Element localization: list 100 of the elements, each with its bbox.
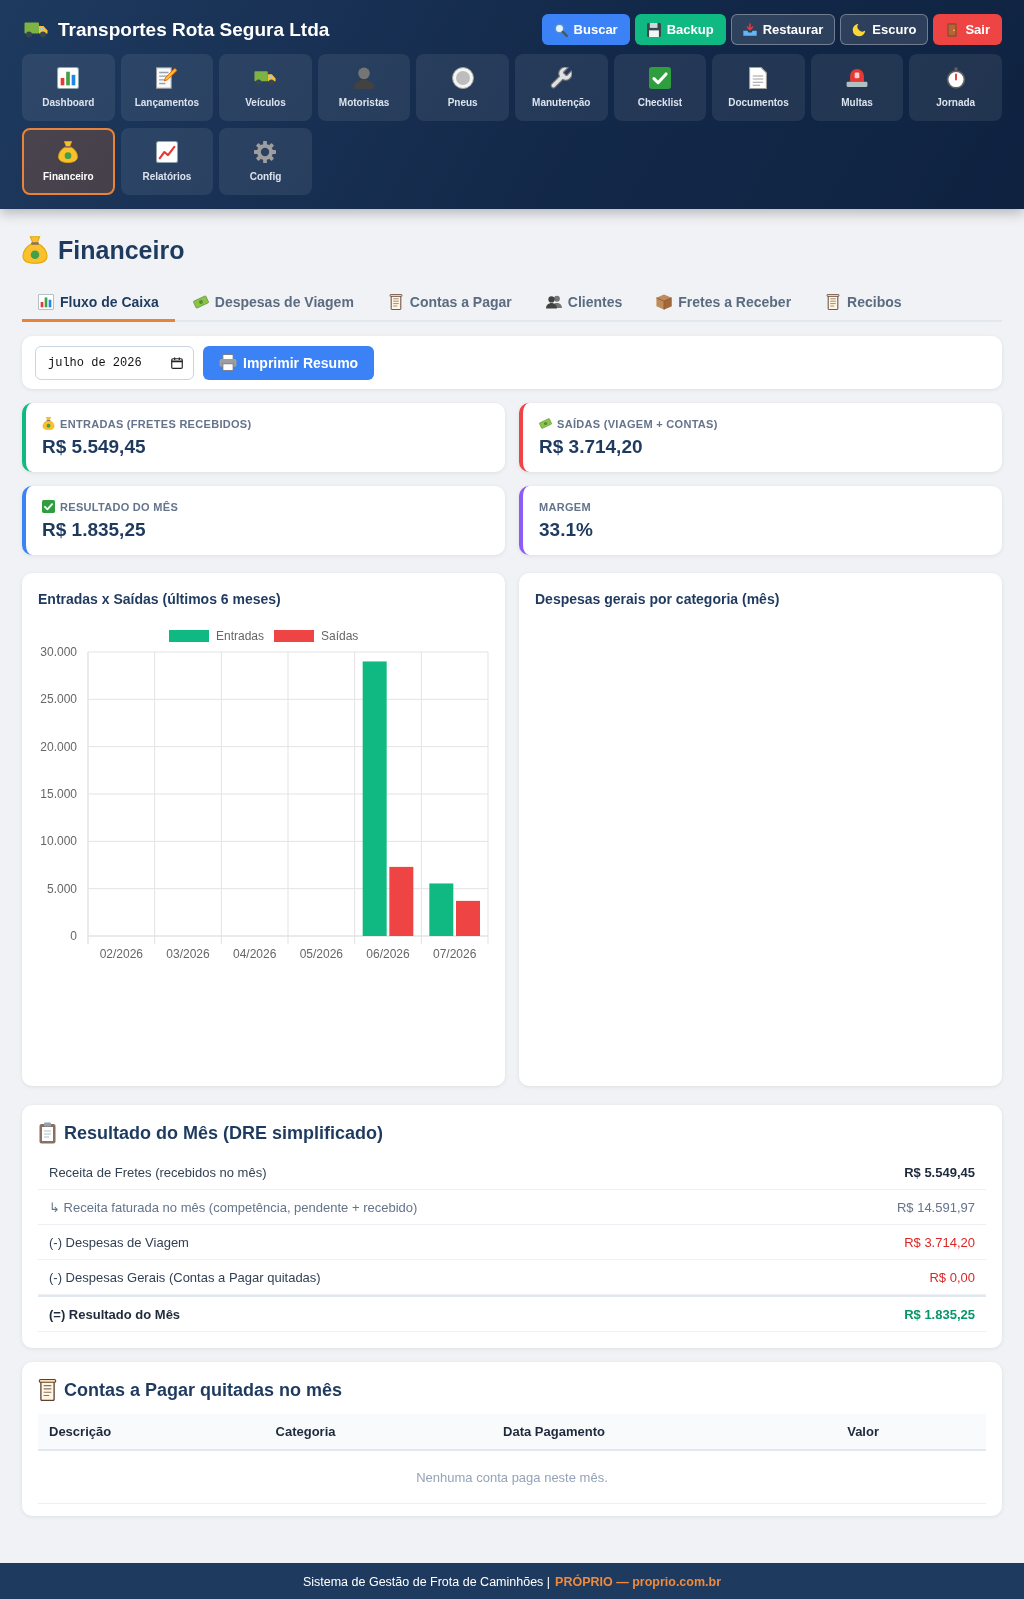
- nav-tile[interactable]: Config: [219, 128, 312, 195]
- chart-title: Entradas x Saídas (últimos 6 meses): [38, 591, 282, 608]
- tab[interactable]: Clientes: [529, 284, 639, 322]
- stopwatch-icon: [944, 67, 967, 89]
- footer-text: Sistema de Gestão de Frota de Caminhões |: [302, 1574, 551, 1589]
- nav-tile[interactable]: Multas: [810, 54, 904, 121]
- box-icon: [656, 294, 673, 310]
- page-title: Financeiro: [58, 235, 185, 265]
- dre-label: (-) Despesas de Viagem: [49, 1234, 189, 1250]
- chart-bar: [456, 900, 480, 936]
- check-icon: [42, 500, 55, 513]
- printer-icon: [219, 354, 237, 371]
- empty-message: Nenhuma conta paga neste mês.: [38, 1450, 986, 1504]
- y-axis-label: 0: [70, 929, 77, 943]
- people-icon: [545, 294, 562, 310]
- search-button[interactable]: Buscar: [541, 14, 630, 45]
- clipboard-icon: [38, 1122, 57, 1144]
- dre-label: ↳ Receita faturada no mês (competência, pendente + recebido): [49, 1199, 418, 1215]
- document-icon: [747, 67, 770, 89]
- dre-value: R$ 1.835,25: [904, 1306, 975, 1322]
- dre-value: R$ 14.591,97: [896, 1199, 975, 1215]
- dark-mode-button[interactable]: Escuro: [840, 14, 929, 45]
- y-axis-label: 5.000: [46, 881, 77, 896]
- nav-tile[interactable]: Jornada: [909, 54, 1002, 121]
- stat-value: R$ 3.714,20: [539, 436, 644, 458]
- column-header: Data Pagamento: [492, 1414, 837, 1450]
- column-header: Categoria: [264, 1414, 493, 1450]
- dre-label: (-) Despesas Gerais (Contas a Pagar quitadas): [49, 1269, 321, 1285]
- x-axis-label: 02/2026: [99, 947, 144, 961]
- tab[interactable]: Fretes a Receber: [640, 284, 808, 322]
- stat-label: SAÍDAS (VIAGEM + CONTAS): [557, 417, 718, 430]
- nav-tile[interactable]: Lançamentos: [120, 54, 214, 121]
- tab[interactable]: Contas a Pagar: [371, 284, 528, 322]
- siren-icon: [846, 67, 869, 89]
- nav-tile[interactable]: Veículos: [219, 54, 312, 121]
- dre-value: R$ 3.714,20: [904, 1234, 975, 1250]
- nav-tile[interactable]: Relatórios: [120, 128, 214, 195]
- moon-icon: [852, 22, 867, 37]
- bag-icon: [42, 417, 55, 430]
- stat-value: R$ 1.835,25: [42, 519, 147, 541]
- search-icon: [553, 22, 568, 37]
- y-axis-label: 10.000: [40, 834, 77, 849]
- truck-icon: [24, 21, 48, 38]
- section-title: Contas a Pagar quitadas no mês: [64, 1379, 343, 1401]
- settings-icon: [254, 141, 277, 163]
- dre-value: R$ 0,00: [929, 1269, 975, 1285]
- y-axis-label: 15.000: [40, 787, 77, 801]
- month-field[interactable]: julho de 2026: [35, 345, 194, 380]
- column-header: Valor: [836, 1414, 986, 1450]
- nav-tile[interactable]: Financeiro: [22, 128, 115, 195]
- x-axis-label: 03/2026: [166, 947, 210, 961]
- app-title: Transportes Rota Segura Ltda: [58, 18, 330, 41]
- circle-icon: [451, 67, 474, 89]
- legend-label: Entradas: [216, 629, 265, 643]
- line-chart-icon: [155, 141, 178, 163]
- scroll-icon: [825, 294, 842, 310]
- restore-button[interactable]: Restaurar: [730, 14, 836, 45]
- stat-label: MARGEM: [539, 500, 591, 513]
- stat-label: ENTRADAS (FRETES RECEBIDOS): [60, 417, 252, 430]
- column-header: Descrição: [38, 1414, 265, 1450]
- x-axis-label: 05/2026: [299, 947, 344, 961]
- bar-chart-icon: [57, 67, 80, 89]
- nav-tile[interactable]: Documentos: [712, 54, 805, 121]
- nav-tile[interactable]: Pneus: [416, 54, 509, 121]
- stat-value: 33.1%: [539, 519, 594, 541]
- tab[interactable]: Fluxo de Caixa: [22, 284, 175, 322]
- banknote-icon: [539, 417, 552, 430]
- nav-tile[interactable]: Checklist: [613, 54, 707, 121]
- bar-chart-icon: [38, 294, 54, 310]
- bag-icon: [22, 236, 48, 264]
- nav-tile[interactable]: Manutenção: [515, 54, 608, 121]
- dre-value: R$ 5.549,45: [904, 1164, 975, 1180]
- chart-title: Despesas gerais por categoria (mês): [535, 591, 781, 608]
- nav-tile[interactable]: Motoristas: [317, 54, 411, 121]
- dre-label: Receita de Fretes (recebidos no mês): [49, 1164, 267, 1180]
- section-title: Resultado do Mês (DRE simplificado): [64, 1122, 384, 1144]
- y-axis-label: 20.000: [40, 739, 77, 754]
- memo-icon: [155, 67, 178, 89]
- print-button[interactable]: Imprimir Resumo: [203, 345, 375, 380]
- scroll-icon: [38, 1379, 57, 1401]
- x-axis-label: 06/2026: [366, 947, 410, 961]
- y-axis-label: 25.000: [40, 692, 77, 707]
- footer-link[interactable]: PRÓPRIO — proprio.com.br: [555, 1574, 722, 1589]
- x-axis-label: 04/2026: [232, 947, 277, 961]
- x-axis-label: 07/2026: [432, 947, 477, 961]
- door-icon: [945, 22, 960, 37]
- tab[interactable]: Despesas de Viagem: [176, 284, 370, 322]
- chart-bar: [389, 866, 414, 936]
- legend-label: Saídas: [321, 629, 359, 643]
- y-axis-label: 30.000: [40, 645, 77, 659]
- calendar-icon[interactable]: [171, 356, 183, 369]
- wrench-icon: [550, 67, 573, 89]
- dre-label: (=) Resultado do Mês: [49, 1306, 181, 1322]
- tray-icon: [742, 22, 757, 37]
- person-icon: [353, 67, 376, 89]
- tab[interactable]: Recibos: [809, 284, 918, 322]
- nav-tile[interactable]: Dashboard: [22, 54, 115, 121]
- logout-button[interactable]: Sair: [933, 14, 1002, 45]
- check-icon: [648, 67, 671, 89]
- stat-label: RESULTADO DO MÊS: [60, 500, 179, 513]
